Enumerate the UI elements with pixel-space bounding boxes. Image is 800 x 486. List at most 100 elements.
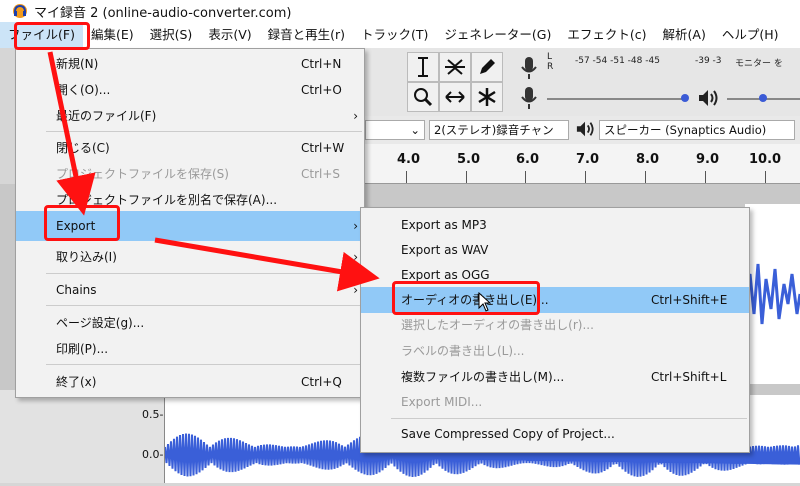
recording-volume-slider[interactable]	[547, 98, 687, 100]
file-menu-print[interactable]: 印刷(P)...	[16, 336, 364, 362]
menu-item-label: Export as MP3	[401, 218, 487, 232]
meter-scale-2: -39 -3	[695, 56, 722, 66]
recording-volume-knob[interactable]	[681, 94, 689, 102]
menu-item-label: 選択したオーディオの書き出し(r)...	[401, 318, 594, 332]
menu-item-label: Export MIDI...	[401, 395, 483, 409]
menu-item-label: 開く(O)...	[56, 83, 111, 97]
menu-item-shortcut: Ctrl+Shift+E	[651, 293, 728, 307]
menu-generate[interactable]: ジェネレーター(G)	[436, 22, 559, 48]
time-shift-tool-button[interactable]	[439, 82, 471, 112]
menu-item-label: Chains	[56, 283, 97, 297]
menu-tracks[interactable]: トラック(T)	[353, 22, 436, 48]
chevron-right-icon: ›	[353, 283, 358, 297]
record-meter-icon[interactable]	[519, 56, 539, 83]
export-multiple[interactable]: 複数ファイルの書き出し(M)... Ctrl+Shift+L	[361, 364, 749, 390]
export-mp3[interactable]: Export as MP3	[361, 212, 749, 238]
annotation-box-export	[44, 205, 120, 241]
menu-select[interactable]: 選択(S)	[142, 22, 201, 48]
playback-device-value: スピーカー (Synaptics Audio)	[604, 123, 767, 137]
menu-item-shortcut: Ctrl+N	[301, 57, 342, 71]
export-labels[interactable]: ラベルの書き出し(L)...	[361, 338, 749, 364]
envelope-tool-button[interactable]	[439, 52, 471, 82]
double-arrow-icon	[445, 91, 465, 103]
save-compressed-copy[interactable]: Save Compressed Copy of Project...	[361, 421, 749, 447]
monitor-label[interactable]: モニター を	[735, 56, 783, 69]
track-control-panel[interactable]: 0.5- 0.0-	[0, 390, 165, 483]
draw-tool-button[interactable]	[471, 52, 503, 82]
menu-edit[interactable]: 編集(E)	[83, 22, 142, 48]
menu-item-shortcut: Ctrl+Shift+L	[651, 370, 727, 384]
menu-item-shortcut: Ctrl+Q	[301, 375, 342, 389]
menu-item-label: Save Compressed Copy of Project...	[401, 427, 615, 441]
meter-scale: -57 -54 -51 -48 -45	[575, 56, 660, 66]
playback-device-select[interactable]: スピーカー (Synaptics Audio)	[599, 120, 795, 140]
timeline-ruler[interactable]: 4.0 5.0 6.0 7.0 8.0 9.0 10.0	[365, 144, 800, 184]
menu-bar: ファイル(F) 編集(E) 選択(S) 表示(V) 録音と再生(r) トラック(…	[0, 22, 800, 48]
menu-help[interactable]: ヘルプ(H)	[714, 22, 787, 48]
menu-item-label: 最近のファイル(F)	[56, 109, 157, 123]
track-waveform-upper[interactable]	[743, 204, 800, 384]
zoom-tool-button[interactable]	[407, 82, 439, 112]
menu-item-label: ラベルの書き出し(L)...	[401, 344, 525, 358]
device-toolbar: ⌄ 2(ステレオ)録音チャン スピーカー (Synaptics Audio)	[365, 116, 800, 144]
ruler-tick-label: 7.0	[576, 152, 600, 167]
annotation-box-file-menu	[14, 22, 90, 50]
menu-item-label: 閉じる(C)	[56, 141, 110, 155]
tools-toolbar: L R -57 -54 -51 -48 -45 -39 -3 モニター を	[365, 48, 800, 116]
menu-item-label: ページ設定(g)...	[56, 316, 145, 330]
menu-item-label: 新規(N)	[56, 57, 99, 71]
file-menu-recent[interactable]: 最近のファイル(F) ›	[16, 103, 364, 129]
selection-tool-button[interactable]	[407, 52, 439, 82]
scale-label-top: 0.5-	[142, 408, 164, 421]
export-midi[interactable]: Export MIDI...	[361, 389, 749, 415]
menu-view[interactable]: 表示(V)	[200, 22, 259, 48]
menu-item-shortcut: Ctrl+S	[301, 167, 341, 181]
speaker-icon	[697, 88, 719, 111]
speaker-icon	[575, 120, 595, 141]
file-menu-close[interactable]: 閉じる(C) Ctrl+W	[16, 135, 364, 161]
menu-item-label: 複数ファイルの書き出し(M)...	[401, 370, 565, 384]
envelope-icon	[445, 59, 465, 75]
i-beam-icon	[418, 57, 428, 77]
record-channels-value: 2(ステレオ)録音チャン	[434, 123, 554, 137]
multi-tool-button[interactable]	[471, 82, 503, 112]
ruler-tick-label: 9.0	[696, 152, 720, 167]
chevron-right-icon: ›	[353, 219, 358, 233]
menu-effect[interactable]: エフェクト(c)	[559, 22, 654, 48]
playback-volume-knob[interactable]	[759, 94, 767, 102]
file-menu-page-setup[interactable]: ページ設定(g)...	[16, 310, 364, 336]
record-channels-select[interactable]: 2(ステレオ)録音チャン	[429, 120, 569, 140]
menu-item-label: Export as WAV	[401, 243, 489, 257]
chevron-right-icon: ›	[353, 250, 358, 264]
file-menu-exit[interactable]: 終了(x) Ctrl+Q	[16, 369, 364, 395]
pencil-icon	[480, 59, 495, 74]
ruler-tick-label: 5.0	[457, 152, 481, 167]
file-menu-save-project[interactable]: プロジェクトファイルを保存(S) Ctrl+S	[16, 161, 364, 187]
window-title: マイ録音 2 (online-audio-converter.com)	[34, 5, 292, 21]
menu-item-label: プロジェクトファイルを保存(S)	[56, 167, 229, 181]
file-menu-open[interactable]: 開く(O)... Ctrl+O	[16, 77, 364, 103]
menu-item-label: 取り込み(I)	[56, 250, 117, 264]
menu-analyze[interactable]: 解析(A)	[655, 22, 714, 48]
ruler-tick-label: 8.0	[636, 152, 660, 167]
chevron-down-icon: ⌄	[410, 123, 420, 137]
file-menu-chains[interactable]: Chains ›	[16, 277, 364, 303]
menu-transport[interactable]: 録音と再生(r)	[260, 22, 353, 48]
file-menu-new[interactable]: 新規(N) Ctrl+N	[16, 51, 364, 77]
host-select[interactable]: ⌄	[365, 120, 425, 140]
scale-label-mid: 0.0-	[142, 448, 164, 461]
menu-item-shortcut: Ctrl+O	[301, 83, 342, 97]
export-selected-audio[interactable]: 選択したオーディオの書き出し(r)...	[361, 312, 749, 338]
file-menu-import[interactable]: 取り込み(I) ›	[16, 244, 364, 270]
annotation-box-export-audio	[392, 281, 540, 315]
ruler-tick-label: 10.0	[749, 152, 782, 167]
chevron-right-icon: ›	[353, 109, 358, 123]
ruler-tick-label: 6.0	[516, 152, 540, 167]
export-wav[interactable]: Export as WAV	[361, 237, 749, 263]
magnifier-icon	[414, 88, 433, 107]
asterisk-icon	[478, 88, 496, 106]
menu-item-label: 印刷(P)...	[56, 342, 109, 356]
meter-channels: L R	[547, 52, 554, 72]
playback-meter-icon[interactable]	[519, 86, 539, 113]
ruler-tick-label: 4.0	[397, 152, 421, 167]
